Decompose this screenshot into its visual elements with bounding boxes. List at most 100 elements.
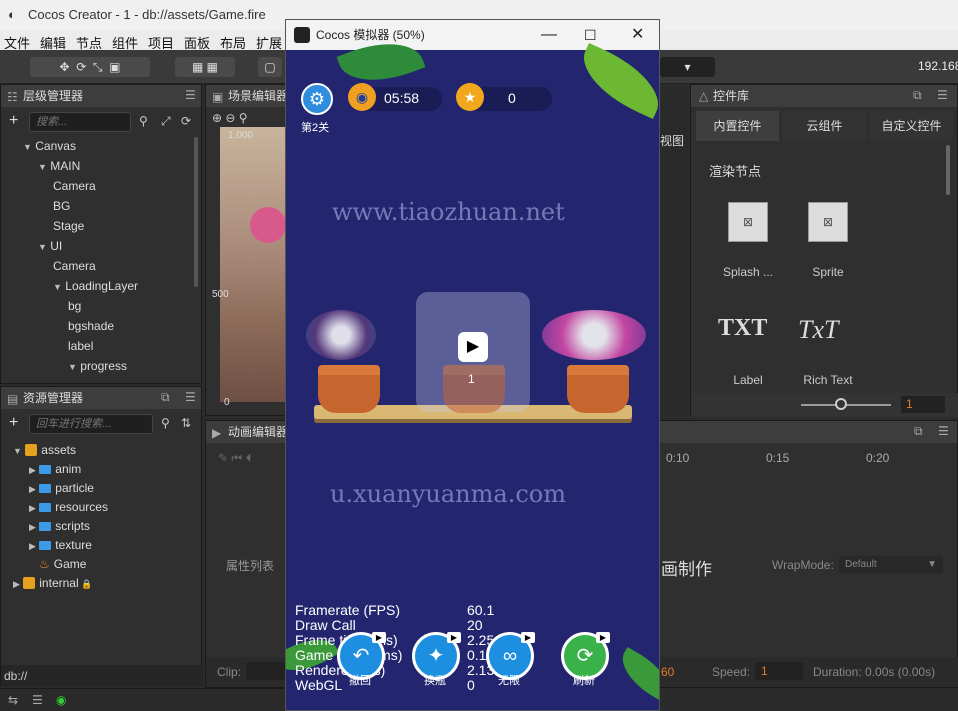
tree-item[interactable]: ▼ LoadingLayer [53,279,138,293]
database-icon[interactable]: ☰ [32,693,43,707]
assets-title: 资源管理器 [23,391,84,405]
panel-menu-icon[interactable]: ☰ [937,88,948,102]
expand-arrow-icon[interactable]: ▶ [29,522,36,532]
lock-video-icon[interactable]: ▶ [458,332,488,362]
tab-custom[interactable]: 自定义控件 [870,111,953,141]
expand-arrow-icon[interactable]: ▼ [68,362,77,372]
tree-item[interactable]: ▶ particle [29,481,94,495]
folder-icon [39,541,52,550]
simulator-titlebar: Cocos 模拟器 (50%) — ☐ ✕ [286,20,659,50]
tree-item[interactable]: ▼ Canvas [23,139,76,153]
richtext-widget-icon[interactable]: TxT [798,315,838,345]
close-icon[interactable]: ✕ [631,20,644,50]
panel-menu-icon[interactable]: ☰ [185,88,196,102]
sort-icon[interactable]: ⇅ [181,416,191,430]
zoom-slider-handle[interactable] [835,398,847,410]
tree-item[interactable]: bgshade [68,319,114,333]
zoom-tools[interactable]: ⊕ ⊖ ⚲ [212,111,248,125]
eye-icon[interactable]: ◉ [56,693,66,707]
tab-builtin[interactable]: 内置控件 [696,111,779,141]
tick-label: 0:15 [766,451,790,465]
gizmo-toggle[interactable]: ▦ ▦ [175,57,235,77]
speed-input[interactable]: 1 [755,662,803,680]
tree-item[interactable]: ▶ internal 🔒 [13,576,92,590]
tree-item[interactable]: ▶ resources [29,500,108,514]
settings-gear-icon[interactable]: ⚙ [301,83,333,115]
expand-arrow-icon[interactable]: ▼ [38,242,47,252]
controls-title: 控件库 [713,89,750,103]
tree-item[interactable]: ♨ Game [29,557,86,571]
level-label: 第2关 [301,122,330,134]
pot-left[interactable] [318,365,380,413]
platform-select[interactable]: ▾ [660,57,715,77]
refresh-icon[interactable]: ⟳ [181,114,191,128]
ruler-label-top: 1,000 [228,130,254,141]
locate-icon[interactable]: ⤢ [161,114,171,129]
search-icon[interactable]: ⚲ [139,114,148,128]
scene-background [220,127,290,402]
expand-arrow-icon[interactable]: ▼ [13,446,22,456]
expand-arrow-icon[interactable]: ▶ [29,503,36,513]
minimize-icon[interactable]: — [541,20,557,50]
popout-icon[interactable]: ⧉ [161,390,170,405]
pot-right[interactable] [567,365,629,413]
cocos-app-icon [294,27,310,43]
view-tab[interactable]: 视图 [660,132,684,149]
expand-arrow-icon[interactable]: ▼ [53,282,62,292]
tree-item[interactable]: ▶ texture [29,538,92,552]
popout-icon[interactable]: ⧉ [914,424,923,439]
expand-arrow-icon[interactable]: ▼ [38,162,47,172]
hierarchy-icon: ☷ [7,90,18,104]
expand-arrow-icon[interactable]: ▶ [13,579,20,589]
popout-icon[interactable]: ⧉ [913,88,922,103]
database-icon [23,577,36,589]
refresh-label: 刷新 [573,675,595,687]
tree-item[interactable]: Camera [53,179,96,193]
hierarchy-scrollbar[interactable] [194,137,198,287]
add-asset-button[interactable]: + [9,414,18,432]
panel-menu-icon[interactable]: ☰ [938,424,949,438]
expand-arrow-icon[interactable]: ▼ [23,142,32,152]
preview-mode-button[interactable]: ▢ [258,57,282,77]
coin-count: 0 [508,90,516,106]
label-widget-icon[interactable]: TXT [718,315,767,342]
tree-item-label: texture [55,538,92,552]
panel-menu-icon[interactable]: ☰ [185,390,196,404]
search-icon[interactable]: ⚲ [161,416,170,430]
expand-arrow-icon[interactable]: ▶ [29,541,36,551]
wrapmode-select[interactable]: Default ▼ [839,556,943,574]
anim-controls[interactable]: ✎ ⏮ ⏴ [218,451,252,466]
sync-icon[interactable]: ⇆ [8,693,18,707]
tree-item[interactable]: bg [68,299,81,313]
chevron-down-icon: ▼ [927,559,937,570]
add-node-button[interactable]: + [9,112,18,130]
assets-search-input[interactable]: 回车进行搜索... [29,414,153,434]
scene-icon: ▣ [212,90,224,104]
expand-arrow-icon[interactable]: ▶ [29,484,36,494]
tree-item[interactable]: ▼ progress [68,359,127,373]
tree-item-label: anim [55,462,82,476]
assets-panel: 资源管理器 ▤ ⧉ ☰ + 回车进行搜索... ⚲ ⇅ ▼ assets ▶ an… [0,386,203,687]
scene-viewport[interactable] [220,127,290,402]
tree-item[interactable]: BG [53,199,70,213]
tab-cloud[interactable]: 云组件 [783,111,866,141]
tree-item[interactable]: ▶ anim [29,462,81,476]
zoom-input[interactable]: 1 [901,396,945,413]
leaf-decoration [571,42,659,120]
tree-item[interactable]: ▼ assets [13,443,76,457]
controls-scrollbar[interactable] [946,145,950,195]
hierarchy-search-input[interactable]: 搜索... [29,112,131,132]
sample-value[interactable]: 60 [661,665,674,679]
clip-select[interactable] [246,662,286,680]
splash-widget-icon[interactable]: ⊠ [728,202,768,242]
sprite-widget-icon[interactable]: ⊠ [808,202,848,242]
tree-item-label: particle [55,481,94,495]
tree-item[interactable]: ▼ UI [38,239,62,253]
tree-item[interactable]: ▼ MAIN [38,159,80,173]
tree-item[interactable]: label [68,339,93,353]
expand-arrow-icon[interactable]: ▶ [29,465,36,475]
tree-item[interactable]: Stage [53,219,84,233]
transform-tools[interactable]: ✥ ⟳ ⤡ ▣ [30,57,150,77]
tree-item[interactable]: ▶ scripts [29,519,90,533]
tree-item[interactable]: Camera [53,259,96,273]
